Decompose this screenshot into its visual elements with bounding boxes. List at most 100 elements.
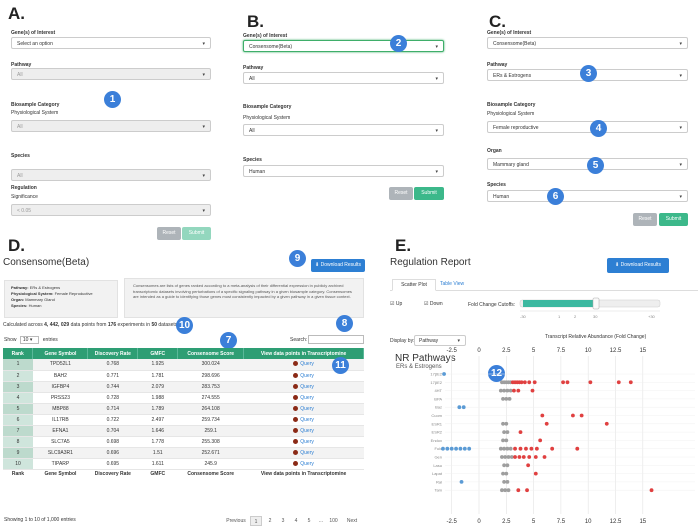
rank-cell: 9 [3, 447, 33, 459]
consensome-title: Consensome(Beta) [3, 257, 90, 268]
pagination-previous[interactable]: Previous [224, 516, 248, 526]
row-label: Lasu [433, 463, 442, 468]
info-species-key: Species: [11, 303, 28, 308]
data-point-up [571, 413, 575, 418]
gene-select[interactable]: Select an option ▾ [11, 37, 211, 49]
data-point-neutral [505, 430, 510, 434]
column-header-gene[interactable]: Gene Symbol [32, 348, 89, 359]
data-point-neutral [505, 463, 510, 468]
chevron-down-icon: ▾ [679, 194, 682, 200]
search-input[interactable] [308, 335, 364, 344]
down-label: Down [429, 301, 443, 307]
query-link[interactable]: Query [300, 439, 314, 445]
pathway-select[interactable]: All ▾ [11, 68, 211, 80]
column-header-score[interactable]: Consensome Score [177, 348, 245, 359]
table-row: 5 MBP88 0.714 1.789 264.108 Query [3, 403, 364, 415]
pagination-page-100[interactable]: 100 [327, 516, 340, 526]
pagination-page-5[interactable]: 5 [304, 516, 314, 526]
download-results-button[interactable]: ⬇ Download Results [311, 259, 365, 272]
submit-button[interactable]: Submit [414, 187, 444, 200]
tab-table-view[interactable]: Table View [440, 281, 464, 287]
data-point-down [461, 405, 466, 410]
query-link[interactable]: Query [300, 417, 314, 423]
data-point-up [544, 421, 549, 426]
description-box: Consensomes are lists of genes ranked ac… [124, 278, 364, 318]
show-label: Show [4, 337, 17, 343]
query-link[interactable]: Query [300, 450, 314, 456]
data-point-up [527, 380, 532, 385]
significance-select-value: < 0.05 [17, 208, 32, 214]
page-length-select[interactable]: 10 ▾ [19, 336, 40, 344]
phys-select[interactable]: Female reproductive ▾ [487, 121, 688, 133]
data-point-up [588, 380, 593, 385]
pagination-next[interactable]: Next [343, 516, 361, 526]
species-select-value: Human [493, 194, 510, 200]
footer-discovery: Discovery Rate [87, 469, 138, 479]
description-text: Consensomes are lists of genes ranked ac… [133, 283, 352, 299]
reset-button[interactable]: Reset [157, 227, 181, 240]
fold-change-slider[interactable]: -30 1 2 30 +30 [518, 296, 666, 320]
row-label: 17βE2 [430, 372, 442, 377]
gene-label: Gene(s) of Interest [243, 33, 288, 39]
footer-rank: Rank [3, 469, 33, 479]
species-select[interactable]: All ▾ [11, 169, 211, 181]
rank-cell: 4 [3, 392, 33, 404]
pathway-label: Pathway [487, 62, 508, 68]
query-link[interactable]: Query [300, 373, 314, 379]
column-header-gmfc[interactable]: GMFC [137, 348, 179, 359]
transcriptomine-icon [293, 405, 299, 411]
species-select[interactable]: Human ▾ [243, 165, 444, 177]
calc-mid2: experiments in [117, 322, 151, 328]
data-point-up [628, 380, 633, 385]
gene-symbol-cell: BAH2 [32, 370, 88, 382]
data-point-up [517, 455, 522, 459]
submit-button[interactable]: Submit [659, 213, 688, 226]
consensome-score-cell: 274.555 [177, 392, 244, 404]
submit-button[interactable]: Submit [182, 227, 211, 240]
gene-select[interactable]: Consensome(Beta) ▾ [487, 37, 688, 49]
species-label: Species [487, 182, 506, 188]
gene-select-value: Select an option [17, 41, 53, 47]
phys-select[interactable]: All ▾ [11, 120, 211, 132]
gmfc-cell: 1.988 [137, 392, 178, 404]
data-point-neutral [501, 438, 505, 443]
gmfc-cell: 1.789 [137, 403, 178, 415]
pagination-page-3[interactable]: 3 [278, 516, 288, 526]
significance-select[interactable]: < 0.05 ▾ [11, 204, 211, 216]
x-tick-label-top: 0 [477, 348, 481, 354]
query-link[interactable]: Query [300, 384, 314, 390]
x-tick-label-bottom: 5 [532, 519, 536, 525]
down-checkbox[interactable]: ☑ Down [424, 301, 443, 307]
column-header-rank[interactable]: Rank [3, 348, 34, 359]
gmfc-cell: 1.778 [137, 436, 178, 448]
download-results-button[interactable]: ⬇ Download Results [607, 258, 669, 273]
data-point-neutral [501, 471, 505, 476]
data-point-down [445, 446, 450, 451]
query-link[interactable]: Query [300, 461, 314, 467]
species-select[interactable]: Human ▾ [487, 190, 688, 202]
pagination-page-2[interactable]: 2 [265, 516, 275, 526]
column-header-transcriptomine[interactable]: View data points in Transcriptomine [243, 348, 364, 359]
reset-button[interactable]: Reset [633, 213, 657, 226]
reset-button[interactable]: Reset [389, 187, 413, 200]
calc-points: 4, 442, 029 [44, 322, 70, 328]
up-checkbox[interactable]: ☑ Up [390, 301, 402, 307]
rank-cell: 3 [3, 381, 33, 393]
phys-select-value: Female reproductive [493, 125, 539, 131]
query-link[interactable]: Query [300, 406, 314, 412]
discovery-rate-cell: 0.696 [87, 447, 138, 459]
column-header-discovery[interactable]: Discovery Rate [87, 348, 139, 359]
query-link[interactable]: Query [300, 395, 314, 401]
pathway-select[interactable]: All ▾ [243, 72, 444, 84]
gene-select[interactable]: Consensome(Beta) ▾ [243, 40, 444, 52]
info-organ-value: Mammary Gland [25, 297, 55, 302]
pagination-page-4[interactable]: 4 [291, 516, 301, 526]
query-link[interactable]: Query [300, 428, 314, 434]
pagination-page-1[interactable]: 1 [250, 516, 262, 526]
species-select-value: Human [249, 169, 266, 175]
tab-scatter-plot[interactable]: Scatter Plot [392, 279, 436, 291]
info-phys-key: Physiological System: [11, 291, 54, 296]
query-link[interactable]: Query [300, 361, 314, 367]
slider-tick-label: -30 [520, 314, 527, 319]
phys-select[interactable]: All ▾ [243, 124, 444, 136]
